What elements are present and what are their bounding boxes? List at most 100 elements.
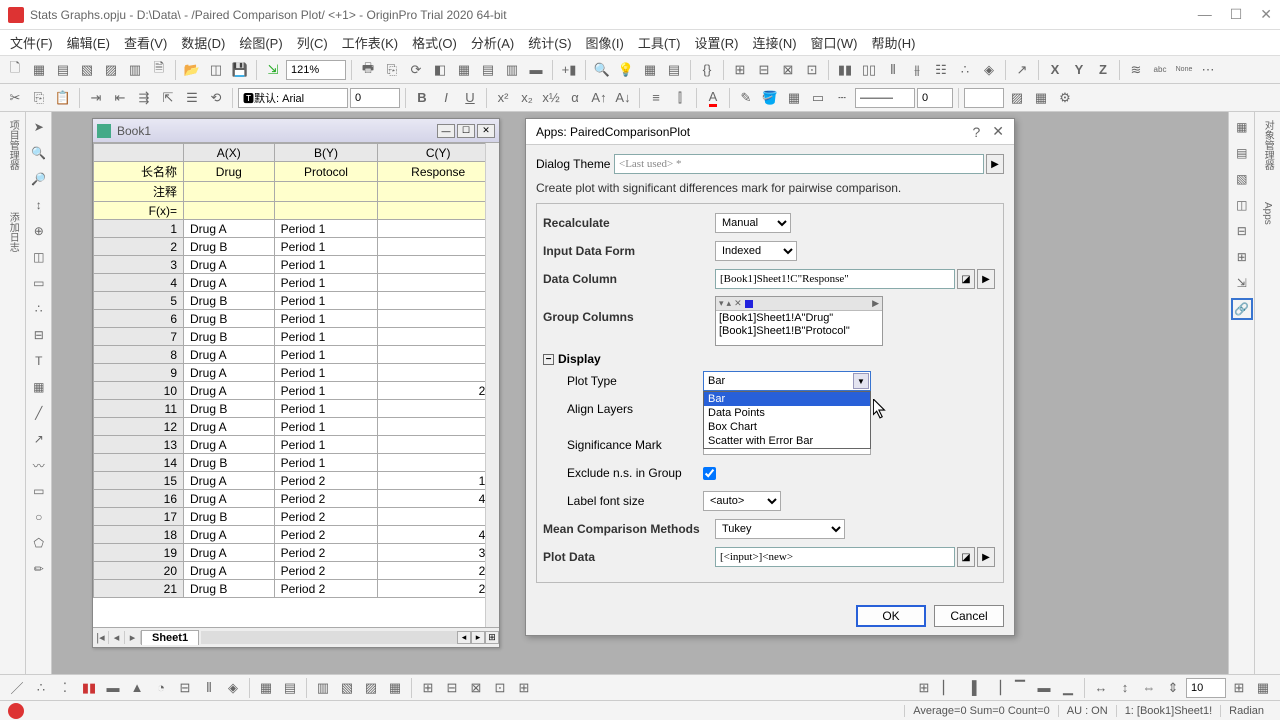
rain-icon[interactable]: ☷ [930, 59, 952, 81]
stack4-icon[interactable]: ⊡ [489, 677, 511, 699]
menu-connectivity[interactable]: 连接(N) [752, 33, 796, 52]
new-notes-icon[interactable]: 🗎 [148, 59, 170, 81]
dialog-titlebar[interactable]: Apps: PairedComparisonPlot ? ✕ [526, 119, 1014, 145]
align-c-icon[interactable]: ▐ [961, 677, 983, 699]
open-icon[interactable]: 📂 [181, 59, 203, 81]
mean-comp-select[interactable]: Tukey [715, 519, 845, 539]
pattern-icon[interactable]: ▦ [783, 87, 805, 109]
label-font-select[interactable]: <auto> [703, 491, 781, 511]
bars3-icon[interactable]: ⫴ [882, 59, 904, 81]
font-color-icon[interactable]: A [702, 87, 724, 109]
data-tool-icon[interactable]: ⊟ [28, 324, 50, 346]
trend-icon[interactable]: ↗ [1011, 59, 1033, 81]
data-column-picker[interactable]: ◪ [957, 269, 975, 289]
multi4-icon[interactable]: ▦ [384, 677, 406, 699]
panel-icon[interactable]: ▥ [501, 59, 523, 81]
database-icon[interactable]: ▦ [639, 59, 661, 81]
col-header-a[interactable]: A(X) [184, 144, 275, 162]
stack5-icon[interactable]: ⊞ [513, 677, 535, 699]
rect-icon[interactable]: ▭ [28, 480, 50, 502]
refresh-icon[interactable]: ⟳ [405, 59, 427, 81]
import-multi-icon[interactable]: ⇶ [133, 87, 155, 109]
new-layout-icon[interactable]: ▥ [124, 59, 146, 81]
circle-icon[interactable]: ○ [28, 506, 50, 528]
table-row[interactable]: 5Drug BPeriod 11 [94, 292, 499, 310]
menu-analysis[interactable]: 分析(A) [471, 33, 514, 52]
group-item[interactable]: [Book1]Sheet1!A"Drug" [719, 312, 879, 325]
menu-tools[interactable]: 工具(T) [638, 33, 681, 52]
data-column-flyout[interactable]: ▶ [977, 269, 995, 289]
settings-icon[interactable]: ⚙ [1054, 87, 1076, 109]
apps-label[interactable]: Apps [1262, 198, 1273, 229]
spacer-icon[interactable]: ⊞ [913, 677, 935, 699]
bars1-icon[interactable]: ▮▮ [834, 59, 856, 81]
menu-help[interactable]: 帮助(H) [871, 33, 915, 52]
pointer-icon[interactable]: ➤ [28, 116, 50, 138]
sheet-nav-first[interactable]: |◂ [93, 631, 109, 644]
dash-icon[interactable]: ┄ [831, 87, 853, 109]
display-section-header[interactable]: −Display [543, 352, 997, 366]
recalculate-select[interactable]: Manual [715, 213, 791, 233]
table-icon[interactable]: ▦ [28, 376, 50, 398]
plot-type-combo[interactable]: Bar ▼ Bar Data Points Box Chart Scatter … [703, 371, 871, 391]
book-icon[interactable]: ▤ [663, 59, 685, 81]
underline-icon[interactable]: U [459, 87, 481, 109]
plot-data-input[interactable] [715, 547, 955, 567]
pan-icon[interactable]: ↕ [28, 194, 50, 216]
size-h-icon[interactable]: ⇕ [1162, 677, 1184, 699]
hist-plot-icon[interactable]: ⫴ [198, 677, 220, 699]
col-header-b[interactable]: B(Y) [274, 144, 378, 162]
table-row[interactable]: 19Drug APeriod 238 [94, 544, 499, 562]
merge2-icon[interactable]: ⊞ [1231, 246, 1253, 268]
line-icon[interactable]: ╱ [28, 402, 50, 424]
text-icon[interactable]: T [28, 350, 50, 372]
x-axis-icon[interactable]: X [1044, 59, 1066, 81]
bar-plot-icon[interactable]: ▬ [102, 677, 124, 699]
stack1-icon[interactable]: ⊞ [417, 677, 439, 699]
more-icon[interactable]: ⋯ [1197, 59, 1219, 81]
menu-data[interactable]: 数据(D) [181, 33, 225, 52]
search-icon[interactable]: 🔍 [591, 59, 613, 81]
dialog-theme-flyout[interactable]: ▶ [986, 154, 1004, 174]
increase-font-icon[interactable]: A↑ [588, 87, 610, 109]
contour-icon[interactable]: ≋ [1125, 59, 1147, 81]
table-row[interactable]: 7Drug BPeriod 11 [94, 328, 499, 346]
menu-file[interactable]: 文件(F) [10, 33, 53, 52]
sheet-tab[interactable]: Sheet1 [141, 630, 199, 645]
3d-plot-icon[interactable]: ◈ [222, 677, 244, 699]
gallery-icon[interactable]: ▧ [1231, 168, 1253, 190]
dist-h-icon[interactable]: ↔ [1090, 677, 1112, 699]
align-m-icon[interactable]: ▬ [1033, 677, 1055, 699]
table-row[interactable]: 9Drug APeriod 15 [94, 364, 499, 382]
menu-window[interactable]: 窗口(W) [811, 33, 858, 52]
new-workbook-icon[interactable]: ▦ [28, 59, 50, 81]
apps-icon[interactable]: ▤ [1231, 142, 1253, 164]
table-row[interactable]: 16Drug APeriod 242 [94, 490, 499, 508]
open-template-icon[interactable]: ◫ [205, 59, 227, 81]
panel2-icon[interactable]: ◫ [1231, 194, 1253, 216]
book-maximize-button[interactable]: ☐ [457, 124, 475, 138]
table-row[interactable]: 18Drug APeriod 240 [94, 526, 499, 544]
plot-type-option[interactable]: Data Points [704, 406, 870, 420]
menu-image[interactable]: 图像(I) [586, 33, 624, 52]
save-icon[interactable]: 💾 [229, 59, 251, 81]
dialog-close-button[interactable]: ✕ [992, 123, 1004, 140]
project-explorer-label[interactable]: 项目管理器 [5, 116, 20, 174]
arrow-icon[interactable]: ↗ [28, 428, 50, 450]
align-l-icon[interactable]: ▏ [937, 677, 959, 699]
ok-button[interactable]: OK [856, 605, 926, 627]
freehand-icon[interactable]: ✏ [28, 558, 50, 580]
grid-icon[interactable]: ▦ [453, 59, 475, 81]
merge-icon[interactable]: ▬ [525, 59, 547, 81]
font-size-combo[interactable]: 0 [350, 88, 400, 108]
abc-icon[interactable]: abc [1149, 59, 1171, 81]
dialog-help-button[interactable]: ? [972, 124, 980, 140]
greek-icon[interactable]: α [564, 87, 586, 109]
table-style-icon[interactable]: ▦ [1030, 87, 1052, 109]
menu-statistics[interactable]: 统计(S) [528, 33, 571, 52]
decrease-font-icon[interactable]: A↓ [612, 87, 634, 109]
minimize-button[interactable]: — [1198, 6, 1212, 23]
table-row[interactable]: 4Drug APeriod 12 [94, 274, 499, 292]
cut-icon[interactable]: ✂ [4, 87, 26, 109]
menu-worksheet[interactable]: 工作表(K) [342, 33, 398, 52]
